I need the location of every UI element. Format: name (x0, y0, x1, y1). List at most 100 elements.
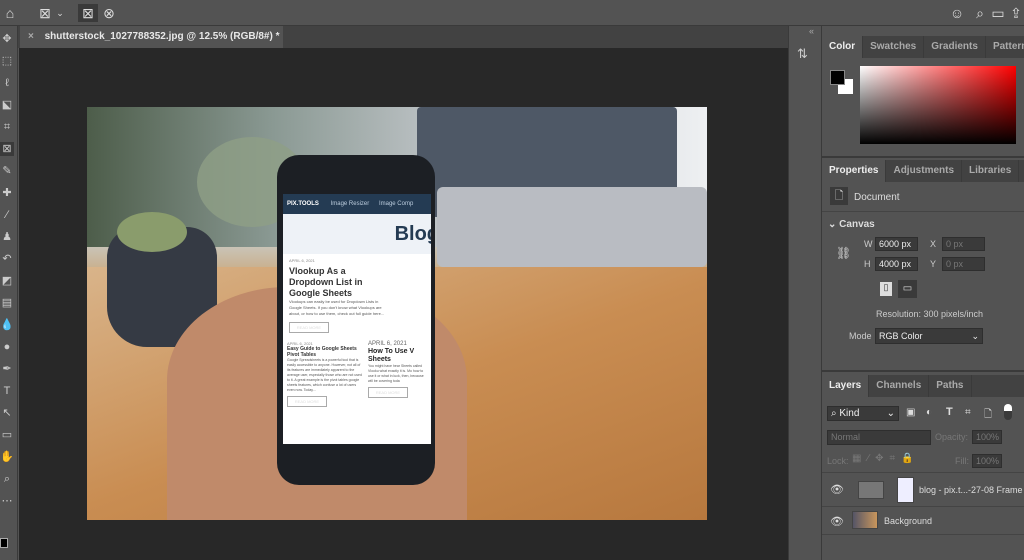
document-title: shutterstock_1027788352.jpg @ 12.5% (RGB… (44, 31, 280, 42)
healing-brush-icon[interactable]: ✚ (0, 186, 14, 200)
tab-libraries[interactable]: Libraries (962, 160, 1020, 182)
blend-mode-select[interactable]: Normal (827, 430, 931, 445)
landscape-orientation-icon[interactable]: ▭ (898, 280, 917, 298)
shape-filter-icon[interactable]: ⌗ (965, 407, 971, 418)
user-icon[interactable]: ☺ (948, 4, 966, 22)
frame-tool-icon[interactable]: ⊠ (36, 4, 54, 22)
ellipse-frame-icon[interactable]: ⊗ (100, 4, 118, 22)
stamp-tool-icon[interactable]: ♟ (0, 230, 14, 244)
chevron-down-icon[interactable]: ⌄ (55, 4, 65, 22)
tab-patterns[interactable]: Patterns (986, 36, 1024, 58)
color-picker-field[interactable] (860, 66, 1016, 144)
filter-toggle[interactable] (1004, 404, 1012, 420)
fill-input[interactable]: 100% (972, 454, 1002, 468)
history-icon[interactable]: ⇅ (797, 46, 808, 62)
layer-name: blog - pix.t...-27-08 Frame (919, 485, 1023, 495)
hero-title: Blog (283, 214, 431, 254)
blur-tool-icon[interactable]: 💧 (0, 318, 14, 332)
smart-object-filter-icon[interactable]: 🗋 (984, 407, 992, 424)
mode-value: RGB Color (879, 331, 923, 341)
dodge-tool-icon[interactable]: ● (0, 340, 14, 354)
foreground-color-swatch[interactable] (830, 70, 845, 85)
post-date: APRIL 6, 2021 (289, 258, 315, 263)
link-icon[interactable]: ⛓ (836, 246, 851, 260)
width-input[interactable]: 6000 px (875, 237, 918, 251)
tab-properties[interactable]: Properties (822, 160, 887, 182)
eraser-tool-icon[interactable]: ◩ (0, 274, 14, 288)
tab-channels[interactable]: Channels (869, 375, 930, 397)
properties-panel-tabs: Properties Adjustments Libraries (822, 160, 1024, 182)
tab-layers[interactable]: Layers (822, 375, 870, 397)
canvas-section-toggle[interactable]: ⌄ Canvas (828, 219, 875, 230)
tab-gradients[interactable]: Gradients (924, 36, 986, 58)
blend-value: Normal (831, 432, 861, 442)
frame-tool-icon[interactable]: ⊠ (0, 142, 14, 156)
tools-panel: ✥ ⬚ ℓ ⬕ ⌗ ⊠ ✎ ✚ ∕ ♟ ↶ ◩ ▤ 💧 ● ✒ T ↖ ▭ ✋ … (0, 26, 18, 560)
crop-tool-icon[interactable]: ⌗ (0, 120, 14, 134)
height-input[interactable]: 4000 px (875, 257, 918, 271)
collapsed-panel-strip: « ⇅ (788, 26, 822, 560)
rectangle-frame-icon[interactable]: ⊠ (78, 4, 98, 22)
phone-screen: PIX.TOOLS Image Resizer Image Comp Blog … (283, 194, 431, 444)
search-icon[interactable]: ⌕ (972, 4, 988, 22)
lock-label: Lock: (827, 456, 849, 466)
fill-label: Fill: (955, 456, 969, 466)
frame-thumbnail (858, 481, 884, 499)
layer-row[interactable]: 👁 blog - pix.t...-27-08 Frame (822, 473, 1024, 507)
properties-type: Document (854, 192, 900, 203)
adjustment-filter-icon[interactable]: ◐ (926, 407, 932, 418)
document-image[interactable]: PIX.TOOLS Image Resizer Image Comp Blog … (87, 107, 707, 520)
visibility-eye-icon[interactable]: 👁 (830, 483, 844, 496)
post-excerpt: Google Spreadsheets is a powerful tool t… (287, 358, 362, 392)
more-tools-icon[interactable]: ⋯ (0, 494, 14, 508)
hand-tool-icon[interactable]: ✋ (0, 450, 14, 464)
history-brush-icon[interactable]: ↶ (0, 252, 14, 266)
zoom-tool-icon[interactable]: ⌕ (0, 472, 14, 486)
pixel-filter-icon[interactable]: ▣ (906, 407, 915, 418)
read-more: READ MORE (287, 396, 327, 407)
path-select-icon[interactable]: ↖ (0, 406, 14, 420)
eyedropper-icon[interactable]: ✎ (0, 164, 14, 178)
collapse-icon[interactable]: « (809, 26, 814, 36)
tab-color[interactable]: Color (822, 36, 864, 58)
x-input[interactable]: 0 px (942, 237, 985, 251)
tab-paths[interactable]: Paths (929, 375, 972, 397)
opacity-input[interactable]: 100% (972, 430, 1002, 444)
move-tool-icon[interactable]: ✥ (0, 32, 14, 46)
marquee-tool-icon[interactable]: ⬚ (0, 54, 14, 68)
gradient-tool-icon[interactable]: ▤ (0, 296, 14, 310)
tab-swatches[interactable]: Swatches (863, 36, 925, 58)
read-more: READ MORE (368, 387, 408, 398)
layer-thumbnail (852, 511, 878, 529)
brush-tool-icon[interactable]: ∕ (0, 208, 14, 222)
tab-adjustments[interactable]: Adjustments (886, 160, 963, 182)
lock-icons[interactable]: ▦∕✥⌗🔒 (852, 453, 920, 464)
color-panel-tabs: Color Swatches Gradients Patterns (822, 36, 1024, 58)
layer-filter-select[interactable]: ⌕ Kind ⌄ (827, 406, 899, 421)
pen-tool-icon[interactable]: ✒ (0, 362, 14, 376)
read-more: READ MORE (289, 322, 329, 333)
lasso-tool-icon[interactable]: ℓ (0, 76, 14, 90)
mode-select[interactable]: RGB Color ⌄ (875, 328, 983, 344)
portrait-orientation-icon[interactable]: ▯ (880, 282, 892, 296)
type-filter-icon[interactable]: T (946, 406, 953, 418)
share-icon[interactable]: ⇪ (1008, 4, 1024, 22)
layer-name: Background (884, 516, 933, 526)
section-title: Canvas (839, 219, 875, 230)
home-icon[interactable]: ⌂ (2, 4, 18, 22)
select-tool-icon[interactable]: ⬕ (0, 98, 14, 112)
document-tab[interactable]: × shutterstock_1027788352.jpg @ 12.5% (R… (20, 26, 283, 48)
filter-value: Kind (839, 408, 860, 419)
shape-tool-icon[interactable]: ▭ (0, 428, 14, 442)
y-input[interactable]: 0 px (942, 257, 985, 271)
visibility-eye-icon[interactable]: 👁 (830, 515, 844, 528)
foreground-color-swatch[interactable] (0, 538, 8, 548)
brand-logo: PIX.TOOLS (287, 201, 319, 207)
workspace-icon[interactable]: ▭ (990, 4, 1006, 22)
post-title: Easy Guide to Google Sheets Pivot Tables (287, 346, 357, 358)
type-tool-icon[interactable]: T (0, 384, 14, 398)
layer-row[interactable]: 👁 Background (822, 507, 1024, 535)
post-excerpt: Vlookups can easily be used for Dropdown… (289, 299, 385, 316)
post-date: APRIL 6, 2021 (368, 341, 407, 347)
close-tab-icon[interactable]: × (28, 31, 34, 42)
